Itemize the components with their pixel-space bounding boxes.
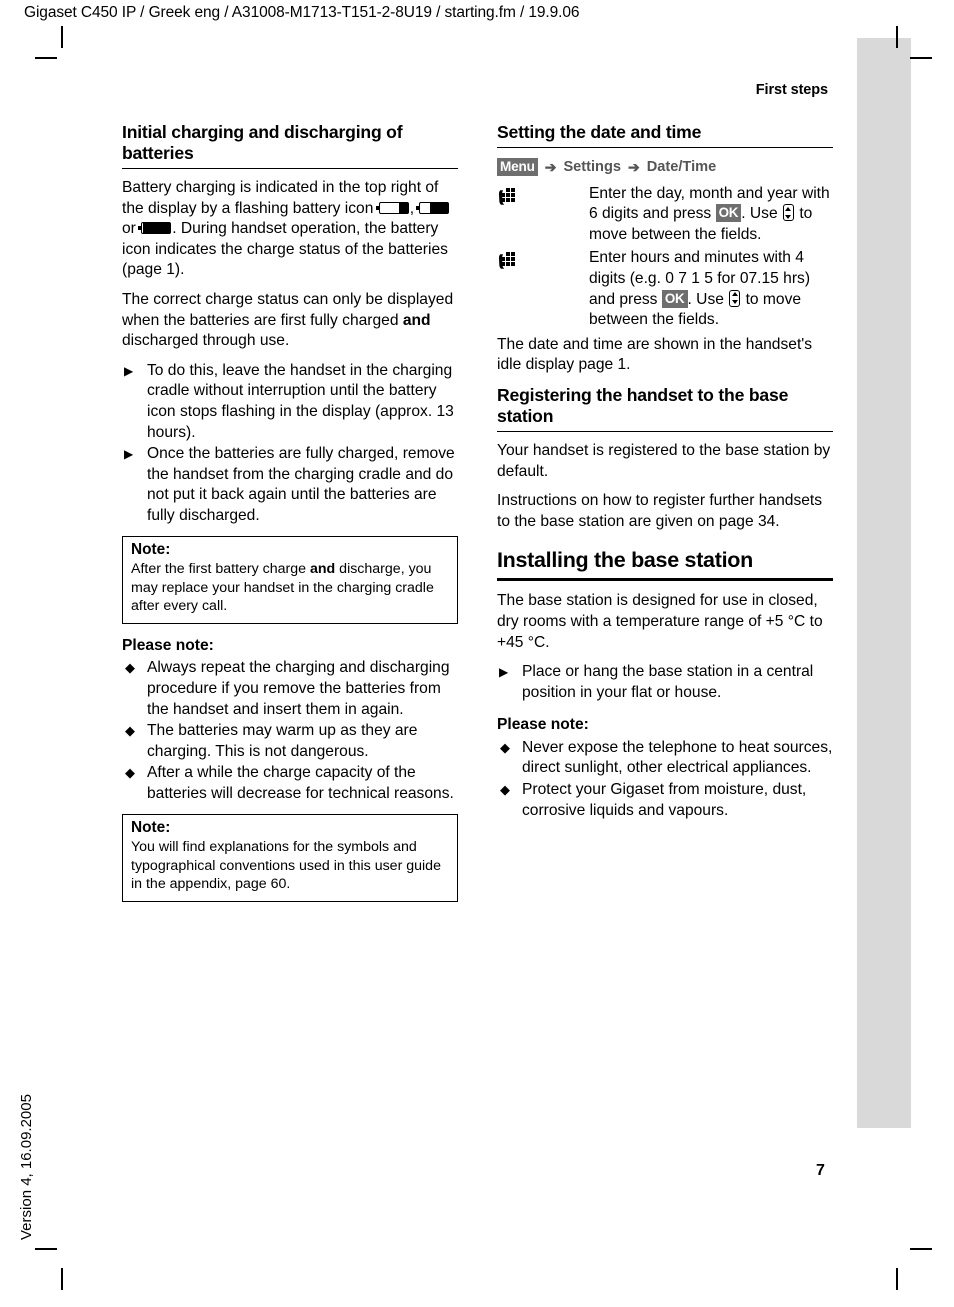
- list-item: ◆ Protect your Gigaset from moisture, du…: [497, 780, 833, 821]
- please-note-heading-right: Please note:: [497, 716, 589, 734]
- heading-installing-base-station: Installing the base station: [497, 548, 753, 573]
- list-item: ▶ To do this, leave the handset in the c…: [122, 361, 458, 443]
- crop-mark-bottom-left: [61, 1268, 63, 1290]
- step-text-b: . Use: [741, 205, 782, 223]
- step-enter-date: Enter the day, month and year with 6 dig…: [497, 184, 833, 246]
- diamond-bullet-icon: ◆: [125, 765, 135, 781]
- note-text-a: After the first battery charge: [131, 561, 310, 578]
- please-note-list-left: ◆ Always repeat the charging and dischar…: [122, 658, 458, 804]
- arrow-right-icon: ➔: [544, 159, 557, 175]
- heading-setting-date-time: Setting the date and time: [497, 122, 702, 142]
- paragraph-date-time-display: The date and time are shown in the hands…: [497, 335, 813, 374]
- menu-path-item-settings[interactable]: Settings: [563, 157, 621, 178]
- note-title: Note:: [131, 818, 171, 836]
- ok-button-badge[interactable]: OK: [661, 289, 688, 308]
- heading-rule: [497, 430, 833, 432]
- list-item: ▶ Place or hang the base station in a ce…: [497, 662, 833, 703]
- heading-rule: [122, 168, 458, 169]
- keypad-digit-entry-icon: [497, 248, 589, 271]
- list-item: ◆ Always repeat the charging and dischar…: [122, 658, 458, 720]
- crop-mark-left-top: [35, 57, 57, 59]
- battery-medium-icon: [416, 201, 450, 214]
- step-enter-time: Enter hours and minutes with 4 digits (e…: [497, 248, 833, 330]
- list-item: ◆ Never expose the telephone to heat sou…: [497, 738, 833, 779]
- heading-rule: [497, 147, 833, 148]
- crop-mark-top-left: [61, 26, 63, 48]
- crop-mark-bottom-right: [896, 1268, 898, 1290]
- step-enter-time-text: Enter hours and minutes with 4 digits (e…: [589, 248, 833, 330]
- list-item-text: To do this, leave the handset in the cha…: [147, 361, 454, 441]
- heading-rule-thick: [497, 578, 833, 582]
- left-column: Initial charging and discharging of batt…: [122, 122, 458, 914]
- list-item: ◆ The batteries may warm up as they are …: [122, 721, 458, 762]
- heading-registering-handset: Registering the handset to the base stat…: [497, 384, 789, 426]
- diamond-bullet-icon: ◆: [500, 782, 510, 798]
- navigation-control-key-icon: [729, 289, 741, 307]
- ok-button-badge[interactable]: OK: [715, 204, 742, 223]
- heading-initial-charging: Initial charging and discharging of batt…: [122, 122, 403, 163]
- step-enter-date-text: Enter the day, month and year with 6 dig…: [589, 184, 833, 246]
- please-note-list-right: ◆ Never expose the telephone to heat sou…: [497, 738, 833, 821]
- list-item: ▶ Once the batteries are fully charged, …: [122, 444, 458, 526]
- running-section-label: First steps: [755, 82, 828, 98]
- crop-mark-right-top: [910, 57, 932, 59]
- diamond-bullet-icon: ◆: [125, 723, 135, 739]
- menu-path-breadcrumb: Menu ➔ Settings ➔ Date/Time: [497, 157, 833, 178]
- charging-steps-list: ▶ To do this, leave the handset in the c…: [122, 361, 458, 527]
- right-column: Setting the date and time Menu ➔ Setting…: [497, 122, 833, 830]
- correct-charge-text-b: discharged through use.: [122, 332, 290, 350]
- triangle-bullet-icon: ▶: [499, 665, 509, 680]
- triangle-bullet-icon: ▶: [124, 447, 134, 462]
- list-item-text: Once the batteries are fully charged, re…: [147, 445, 455, 524]
- list-item: ◆ After a while the charge capacity of t…: [122, 763, 458, 804]
- triangle-bullet-icon: ▶: [124, 363, 134, 378]
- paragraph-base-station-use: The base station is designed for use in …: [497, 592, 823, 651]
- note-box-symbols: Note: You will find explanations for the…: [122, 813, 458, 902]
- diamond-bullet-icon: ◆: [500, 739, 510, 755]
- margin-tab-bar: [857, 38, 911, 1128]
- keypad-digit-entry-icon: [497, 184, 589, 207]
- paragraph-register-further: Instructions on how to register further …: [497, 492, 823, 530]
- please-note-heading-left: Please note:: [122, 636, 214, 654]
- paragraph-battery-charging: Battery charging is indicated in the top…: [122, 178, 458, 281]
- crop-mark-right-bottom: [910, 1248, 932, 1250]
- page-number: 7: [816, 1162, 825, 1179]
- document-header-line: Gigaset C450 IP / Greek eng / A31008-M17…: [24, 4, 580, 21]
- crop-mark-top-right: [896, 26, 898, 48]
- list-item-text: The batteries may warm up as they are ch…: [147, 722, 418, 760]
- install-steps-list: ▶ Place or hang the base station in a ce…: [497, 662, 833, 703]
- list-item-text: Always repeat the charging and dischargi…: [147, 659, 450, 718]
- diamond-bullet-icon: ◆: [125, 660, 135, 676]
- list-item-text: Place or hang the base station in a cent…: [522, 663, 814, 701]
- arrow-right-icon: ➔: [628, 159, 640, 175]
- paragraph-registered-by-default: Your handset is registered to the base s…: [497, 441, 831, 480]
- note-title: Note:: [131, 540, 171, 558]
- note-text: You will find explanations for the symbo…: [131, 839, 441, 893]
- battery-low-icon: [375, 201, 409, 214]
- step-text-b: . Use: [687, 290, 729, 308]
- version-sidebar-text: Version 4, 16.09.2005: [18, 1094, 35, 1240]
- menu-path-item-date-time[interactable]: Date/Time: [647, 157, 716, 178]
- navigation-control-key-icon: [782, 204, 794, 222]
- menu-button-badge[interactable]: Menu: [497, 158, 538, 177]
- battery-full-icon: [138, 222, 172, 235]
- correct-charge-emphasis: and: [402, 311, 431, 329]
- list-item-text: Never expose the telephone to heat sourc…: [522, 738, 833, 777]
- paragraph-correct-charge-status: The correct charge status can only be di…: [122, 290, 458, 352]
- note-box-battery-charge: Note: After the first battery charge and…: [122, 535, 458, 624]
- list-item-text: After a while the charge capacity of the…: [147, 764, 454, 803]
- note-emphasis: and: [310, 561, 336, 578]
- list-item-text: Protect your Gigaset from moisture, dust…: [522, 781, 807, 819]
- crop-mark-left-bottom: [35, 1248, 57, 1250]
